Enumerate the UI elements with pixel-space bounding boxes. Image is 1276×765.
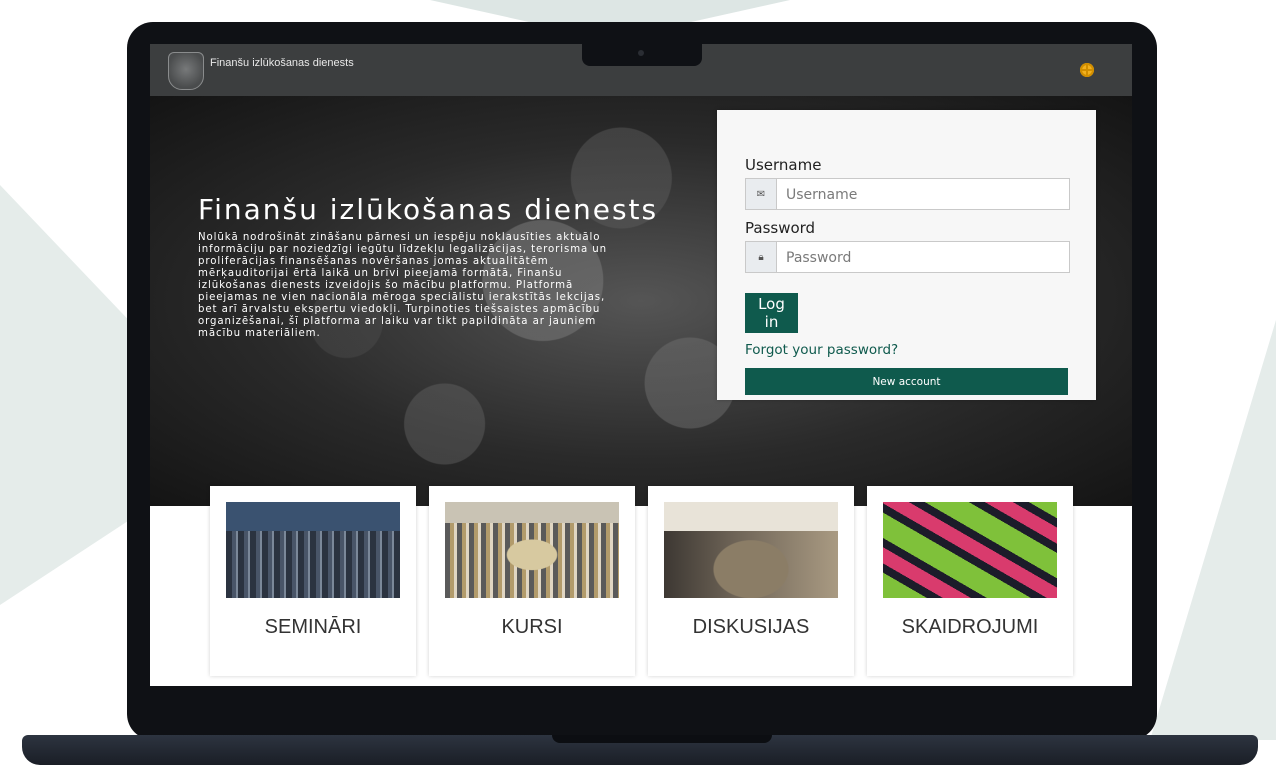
- logo-icon[interactable]: [168, 52, 204, 90]
- username-label: Username: [745, 156, 822, 174]
- category-label[interactable]: SEMINĀRI: [210, 616, 416, 639]
- category-card-seminari[interactable]: SEMINĀRI: [210, 486, 416, 676]
- lock-icon: 🔒︎: [746, 242, 777, 272]
- new-account-button[interactable]: New account: [745, 368, 1068, 395]
- category-cards: SEMINĀRI KURSI DISKUSIJAS SKAIDROJUMI: [210, 486, 1080, 682]
- category-label[interactable]: DISKUSIJAS: [648, 616, 854, 639]
- conference-room-image[interactable]: [445, 502, 619, 598]
- hero-description: Nolūkā nodrošināt zināšanu pārnesi un ie…: [198, 232, 608, 339]
- username-input[interactable]: [784, 184, 1058, 206]
- login-form: Username ✉ Password 🔒︎ Log in Forgot you…: [717, 110, 1096, 400]
- hero-title: Finanšu izlūkošanas dienests: [198, 192, 659, 226]
- camera-notch: [582, 44, 702, 66]
- envelope-icon: ✉: [746, 179, 777, 209]
- password-input[interactable]: [784, 247, 1058, 269]
- cartoon-posters-image[interactable]: [883, 502, 1057, 598]
- background-shape: [1150, 320, 1276, 740]
- laptop-screen: Finanšu izlūkošanas dienests Finanšu izl…: [150, 44, 1132, 686]
- globe-icon[interactable]: [1080, 63, 1094, 77]
- meeting-table-image[interactable]: [664, 502, 838, 598]
- category-label[interactable]: SKAIDROJUMI: [867, 616, 1073, 639]
- category-label[interactable]: KURSI: [429, 616, 635, 639]
- forgot-password-link[interactable]: Forgot your password?: [745, 342, 898, 358]
- camera-icon: [638, 50, 644, 56]
- seminar-hall-image[interactable]: [226, 502, 400, 598]
- login-button[interactable]: Log in: [745, 293, 798, 333]
- password-input-group: 🔒︎: [745, 241, 1070, 273]
- laptop-base: [22, 735, 1258, 765]
- site-name[interactable]: Finanšu izlūkošanas dienests: [210, 57, 360, 70]
- password-label: Password: [745, 219, 816, 237]
- laptop-groove: [552, 735, 772, 743]
- category-card-skaidrojumi[interactable]: SKAIDROJUMI: [867, 486, 1073, 676]
- category-card-kursi[interactable]: KURSI: [429, 486, 635, 676]
- category-card-diskusijas[interactable]: DISKUSIJAS: [648, 486, 854, 676]
- username-input-group: ✉: [745, 178, 1070, 210]
